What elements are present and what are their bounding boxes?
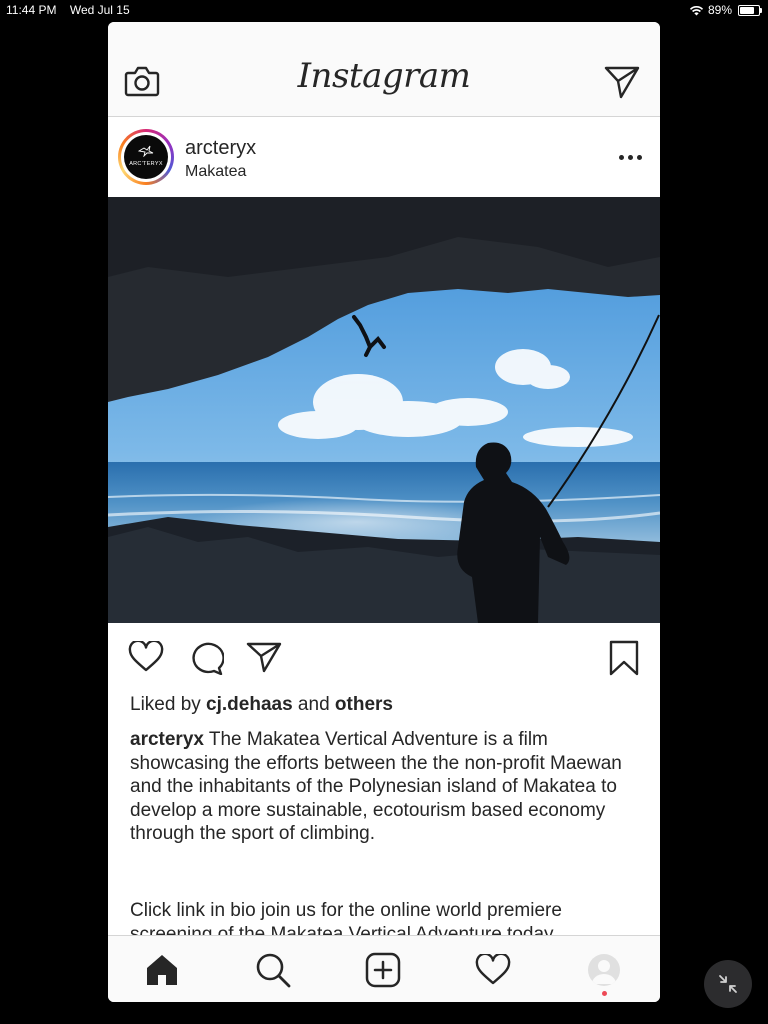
direct-message-icon[interactable] (604, 65, 640, 99)
cave-ocean-climber-photo (108, 197, 660, 623)
search-icon (256, 953, 291, 988)
tab-search[interactable] (253, 950, 293, 990)
post-actions (108, 623, 660, 693)
post-image[interactable] (108, 197, 660, 623)
profile-icon (588, 954, 620, 986)
tab-add-post[interactable] (363, 950, 403, 990)
liked-by-others[interactable]: others (335, 694, 393, 715)
instagram-logo: Instagram (297, 56, 471, 96)
post-header: ARC'TERYX arcteryx Makatea (108, 117, 660, 197)
liked-by-prefix: Liked by (130, 694, 207, 715)
status-time: 11:44 PM (6, 3, 57, 17)
share-icon[interactable] (246, 641, 282, 673)
comment-icon[interactable] (188, 641, 224, 675)
liked-by-user[interactable]: cj.dehaas (206, 694, 293, 715)
bookmark-icon[interactable] (608, 640, 640, 676)
avatar-brand-text: ARC'TERYX (129, 161, 163, 167)
top-navigation-bar: Instagram (108, 22, 660, 117)
home-icon (147, 955, 177, 985)
story-ring[interactable]: ARC'TERYX (118, 129, 174, 185)
heart-icon (475, 954, 511, 985)
bottom-tab-bar (108, 935, 660, 1002)
wifi-icon (689, 5, 704, 15)
liked-by-and: and (292, 694, 335, 715)
tab-activity[interactable] (473, 950, 513, 990)
battery-fill (740, 6, 754, 14)
notification-dot (602, 991, 607, 996)
instagram-app-window: Instagram ARC'TERYX arcteryx Makatea Lik… (108, 22, 660, 1002)
battery-percentage: 89% (707, 3, 732, 17)
battery-icon (738, 4, 762, 16)
likes-line: Liked by cj.dehaas and others (130, 694, 393, 716)
post-location[interactable]: Makatea (185, 163, 246, 181)
more-options-icon[interactable] (619, 155, 642, 160)
status-bar: 11:44 PM Wed Jul 15 89% (0, 0, 768, 20)
add-post-icon (365, 952, 401, 988)
caption-username[interactable]: arcteryx (130, 729, 204, 750)
post-caption: arcteryx The Makatea Vertical Adventure … (130, 728, 640, 846)
avatar[interactable]: ARC'TERYX (124, 135, 168, 179)
tab-home[interactable] (142, 950, 182, 990)
archaeopteryx-logo-icon (138, 145, 154, 157)
post-username[interactable]: arcteryx (185, 137, 256, 160)
exit-fullscreen-icon (719, 975, 737, 993)
exit-fullscreen-button[interactable] (704, 960, 752, 1008)
tab-profile[interactable] (584, 950, 624, 990)
caption-text: The Makatea Vertical Adventure is a film… (130, 729, 622, 844)
status-date: Wed Jul 15 (69, 3, 130, 17)
heart-icon[interactable] (128, 641, 164, 673)
